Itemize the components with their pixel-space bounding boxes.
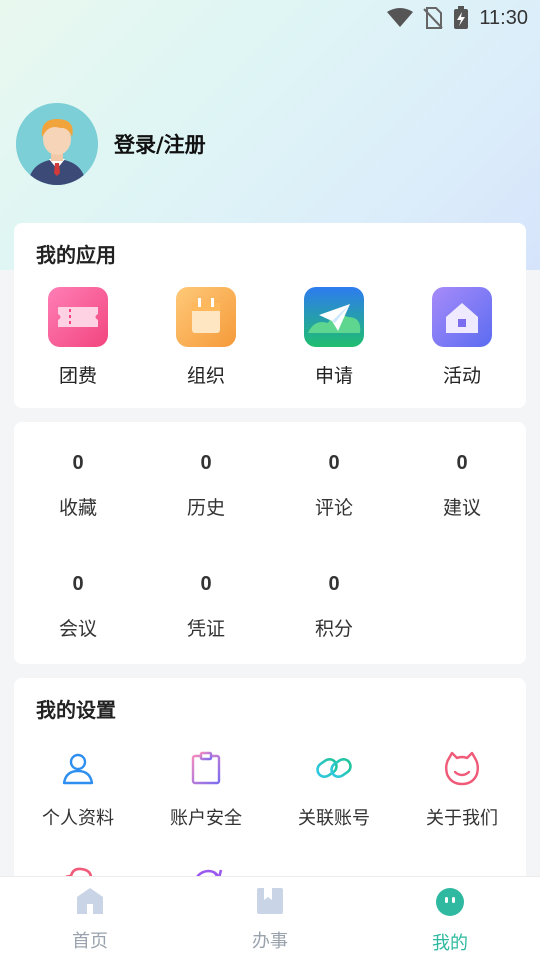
stat-label: 评论 [314,497,353,519]
profile-header[interactable]: 登录/注册 [16,103,206,185]
stat-favorites[interactable]: 0 收藏 [14,452,142,520]
home-icon [75,887,105,919]
wifi-icon [387,8,414,28]
stat-label: 积分 [314,618,353,640]
battery-charging-icon [453,6,469,30]
app-label: 活动 [442,365,481,387]
bottom-tab-bar: 首页 办事 我的 [0,876,540,960]
stat-label: 收藏 [58,497,97,519]
stat-label: 建议 [442,497,481,519]
setting-profile[interactable]: 个人资料 [14,748,142,830]
login-register-link[interactable]: 登录/注册 [114,129,206,159]
link-icon [314,748,354,788]
stat-value: 0 [72,452,84,474]
app-item-fee[interactable]: 团费 [14,287,142,388]
tab-label: 首页 [72,931,108,952]
setting-label: 关于我们 [426,808,498,829]
tab-services[interactable]: 办事 [180,877,360,960]
my-apps-title: 我的应用 [36,243,116,267]
status-bar: 11:30 [0,0,540,36]
app-label: 申请 [314,365,353,387]
clipboard-icon [186,748,226,788]
setting-label: 个人资料 [42,808,114,829]
stat-label: 会议 [58,618,97,640]
stat-vouchers[interactable]: 0 凭证 [142,573,270,641]
ticket-icon [48,287,108,347]
my-settings-title: 我的设置 [36,698,116,722]
user-icon [58,748,98,788]
stat-points[interactable]: 0 积分 [270,573,398,641]
paper-plane-icon [304,287,364,347]
stat-value: 0 [328,452,340,474]
bookmark-book-icon [256,887,284,919]
stat-meetings[interactable]: 0 会议 [14,573,142,641]
stat-value: 0 [328,573,340,595]
stat-value: 0 [200,452,212,474]
tab-label: 我的 [432,933,468,954]
stat-history[interactable]: 0 历史 [142,452,270,520]
tab-mine[interactable]: 我的 [360,877,540,960]
house-icon [432,287,492,347]
no-sim-icon [423,7,444,29]
tab-label: 办事 [252,931,288,952]
app-item-activity[interactable]: 活动 [398,287,526,388]
stat-value: 0 [72,573,84,595]
stat-value: 0 [200,573,212,595]
app-label: 组织 [186,365,225,387]
app-item-apply[interactable]: 申请 [270,287,398,388]
setting-label: 账户安全 [170,808,242,829]
face-icon [435,887,465,921]
setting-linked-accounts[interactable]: 关联账号 [270,748,398,830]
status-time: 11:30 [479,6,528,29]
setting-about-us[interactable]: 关于我们 [398,748,526,830]
setting-label: 关联账号 [298,808,370,829]
calendar-icon [176,287,236,347]
app-item-organization[interactable]: 组织 [142,287,270,388]
smile-cat-icon [442,748,482,788]
setting-account-security[interactable]: 账户安全 [142,748,270,830]
app-label: 团费 [58,365,97,387]
stat-label: 凭证 [186,618,225,640]
tab-home[interactable]: 首页 [0,877,180,960]
my-apps-card: 我的应用 团费 组织 申请 活动 [14,223,526,408]
stat-label: 历史 [186,497,225,519]
stat-comments[interactable]: 0 评论 [270,452,398,520]
avatar[interactable] [16,103,98,185]
stat-suggestions[interactable]: 0 建议 [398,452,526,520]
stats-card: 0 收藏 0 历史 0 评论 0 建议 0 会议 0 凭证 0 积分 [14,422,526,664]
stat-value: 0 [456,452,468,474]
